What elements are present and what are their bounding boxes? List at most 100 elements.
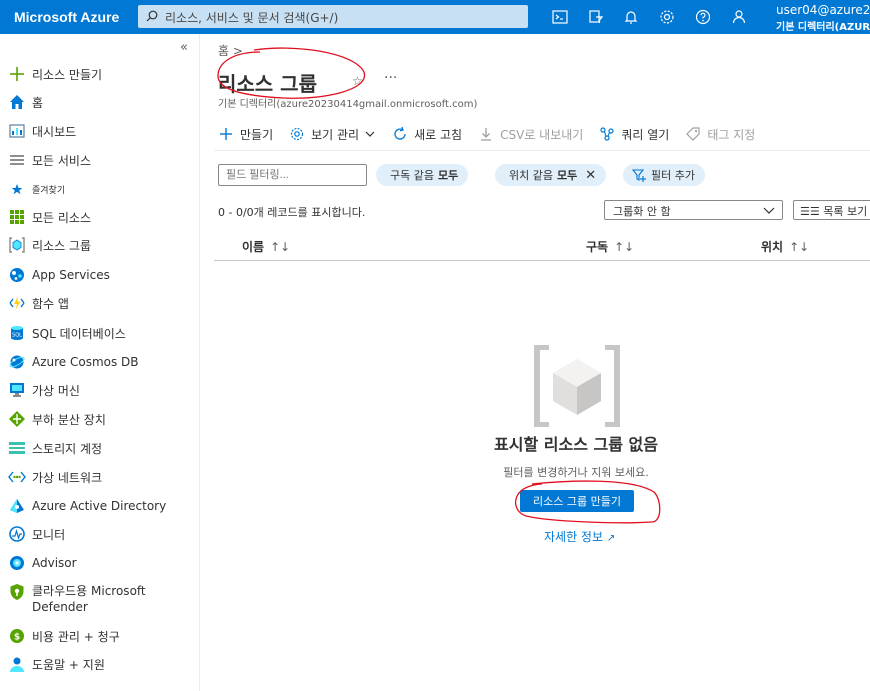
external-link-icon: ↗ [606,533,616,544]
sidebar-item-label: 리소스 그룹 [32,238,92,253]
sidebar-item-all-services[interactable]: 모든 서비스 [8,150,91,170]
column-label: 이름 [242,240,265,254]
brand-logo[interactable]: Microsoft Azure [14,9,119,25]
pill-value: 모두 [556,169,578,182]
help-icon[interactable] [694,8,712,26]
column-header-subscription[interactable]: 구독 ↑↓ [586,238,634,255]
empty-state-subtitle: 필터를 변경하거나 지워 보세요. [503,466,649,479]
virtual-machine-icon [10,383,24,397]
app-services-icon [10,268,24,282]
sidebar-item-label: 모든 서비스 [32,153,92,168]
create-button[interactable]: 만들기 [218,126,273,143]
help-support-icon [10,657,24,672]
location-filter-pill[interactable]: 위치 같음 모두 ✕ [495,164,607,186]
sidebar-item-label: 모니터 [32,527,66,542]
sidebar-item-active-directory[interactable]: Azure Active Directory [8,496,166,516]
pill-value: 모두 [437,169,459,182]
refresh-button[interactable]: 새로 고침 [392,126,462,143]
learn-more-link[interactable]: 자세한 정보 ↗ [544,528,615,545]
open-query-label: 쿼리 열기 [621,127,670,142]
collapse-sidebar-button[interactable]: « [180,40,188,55]
pill-label: 위치 같음 [509,169,553,182]
empty-state-title: 표시할 리소스 그룹 없음 [494,435,658,454]
account-info[interactable]: user04@azure202 기본 디렉터리(AZURE [776,3,870,33]
create-resource-group-button[interactable]: 리소스 그룹 만들기 [520,490,634,512]
all-resources-icon [10,210,24,224]
column-header-name[interactable]: 이름 ↑↓ [242,238,290,255]
assign-tags-button[interactable]: 태그 지정 [685,126,755,143]
list-view-dropdown[interactable]: ☰☰ 목록 보기 [793,200,870,220]
filter-input[interactable] [218,164,367,186]
sidebar-item-resource-groups[interactable]: 리소스 그룹 [8,235,91,255]
sidebar-section-favorites: 즐겨찾기 [8,179,65,199]
download-icon [481,128,492,141]
close-icon[interactable]: ✕ [585,168,596,183]
sidebar-item-cosmos-db[interactable]: Azure Cosmos DB [8,352,139,372]
add-filter-label: 필터 추가 [651,169,695,182]
refresh-icon [394,126,406,140]
export-csv-button[interactable]: CSV로 내보내기 [478,126,583,143]
export-csv-label: CSV로 내보내기 [500,127,584,142]
sidebar-item-load-balancers[interactable]: 부하 분산 장치 [8,409,106,429]
sidebar-item-function-app[interactable]: 함수 앱 [8,293,69,313]
resource-group-icon [9,237,25,253]
virtual-network-icon [8,471,26,483]
sidebar-item-label: 홈 [32,95,44,110]
cosmos-db-icon [9,355,25,369]
directory-filter-icon[interactable] [587,8,605,26]
sort-icon: ↑↓ [270,240,291,254]
sidebar-item-monitor[interactable]: 모니터 [8,524,65,544]
global-search[interactable]: 리소스, 서비스 및 문서 검색(G+/) [138,5,528,28]
sidebar-item-defender[interactable]: 클라우드용 Microsoft Defender [8,583,146,615]
column-header-location[interactable]: 위치 ↑↓ [761,238,809,255]
more-options-button[interactable]: ··· [384,70,397,86]
pill-label: 구독 같음 [390,169,434,182]
search-icon [146,10,158,22]
sidebar-item-virtual-networks[interactable]: 가상 네트워크 [8,467,102,487]
breadcrumb[interactable]: 홈 > [218,42,243,59]
svg-text:SQL: SQL [12,333,22,339]
sidebar-item-dashboard[interactable]: 대시보드 [8,121,76,141]
sidebar-item-home[interactable]: 홈 [8,92,43,112]
sidebar-item-label: Advisor [32,556,77,570]
notification-icon[interactable] [622,8,640,26]
sidebar-item-all-resources[interactable]: 모든 리소스 [8,207,91,227]
feedback-icon[interactable] [730,8,748,26]
sidebar-item-help-support[interactable]: 도움말 + 지원 [8,654,105,674]
main-content: 홈 > 리소스 그룹 ☆ ··· 기본 디렉터리(azure20230414gm… [200,34,870,691]
sidebar-item-storage-accounts[interactable]: 스토리지 계정 [8,438,102,458]
cost-management-icon: $ [10,629,24,643]
sidebar-item-label: 비용 관리 + 청구 [32,629,120,644]
groupby-dropdown[interactable]: 그룹화 안 함 [604,200,783,220]
advisor-icon [10,556,24,570]
settings-icon[interactable] [658,8,676,26]
page-subtitle: 기본 디렉터리(azure20230414gmail.onmicrosoft.c… [218,99,478,110]
home-icon [10,95,24,109]
sidebar-item-create-resource[interactable]: 리소스 만들기 [8,64,102,84]
manage-view-label: 보기 관리 [311,127,360,142]
cloud-shell-icon[interactable] [551,8,569,26]
chevron-down-icon [365,131,375,137]
open-query-button[interactable]: 쿼리 열기 [599,126,669,143]
sidebar-item-cost-management[interactable]: $ 비용 관리 + 청구 [8,626,120,646]
sidebar-item-label: Azure Cosmos DB [32,355,139,369]
add-filter-button[interactable]: 필터 추가 [623,164,705,186]
column-label: 위치 [761,240,784,254]
top-bar: Microsoft Azure 리소스, 서비스 및 문서 검색(G+/) us… [0,0,870,34]
assign-tags-label: 태그 지정 [707,127,756,142]
sidebar-item-advisor[interactable]: Advisor [8,553,77,573]
sidebar-item-label-line2: Defender [32,600,88,614]
sidebar-item-virtual-machines[interactable]: 가상 머신 [8,380,80,400]
sidebar-item-sql-database[interactable]: SQL SQL 데이터베이스 [8,323,126,343]
sidebar: « 리소스 만들기 홈 대시보드 모든 서비스 즐겨찾기 모든 리소스 리소스 … [0,34,200,691]
sidebar-item-label: 리소스 만들기 [32,67,103,82]
sidebar-item-label: 대시보드 [32,124,77,139]
sidebar-item-app-services[interactable]: App Services [8,265,110,285]
sidebar-item-label: 모든 리소스 [32,210,92,225]
gear-icon [291,127,304,141]
function-app-icon [9,296,25,310]
manage-view-button[interactable]: 보기 관리 [289,126,376,143]
chevron-down-icon [763,207,775,214]
subscription-filter-pill[interactable]: 구독 같음 모두 [376,164,469,186]
pin-icon[interactable]: ☆ [352,74,363,88]
